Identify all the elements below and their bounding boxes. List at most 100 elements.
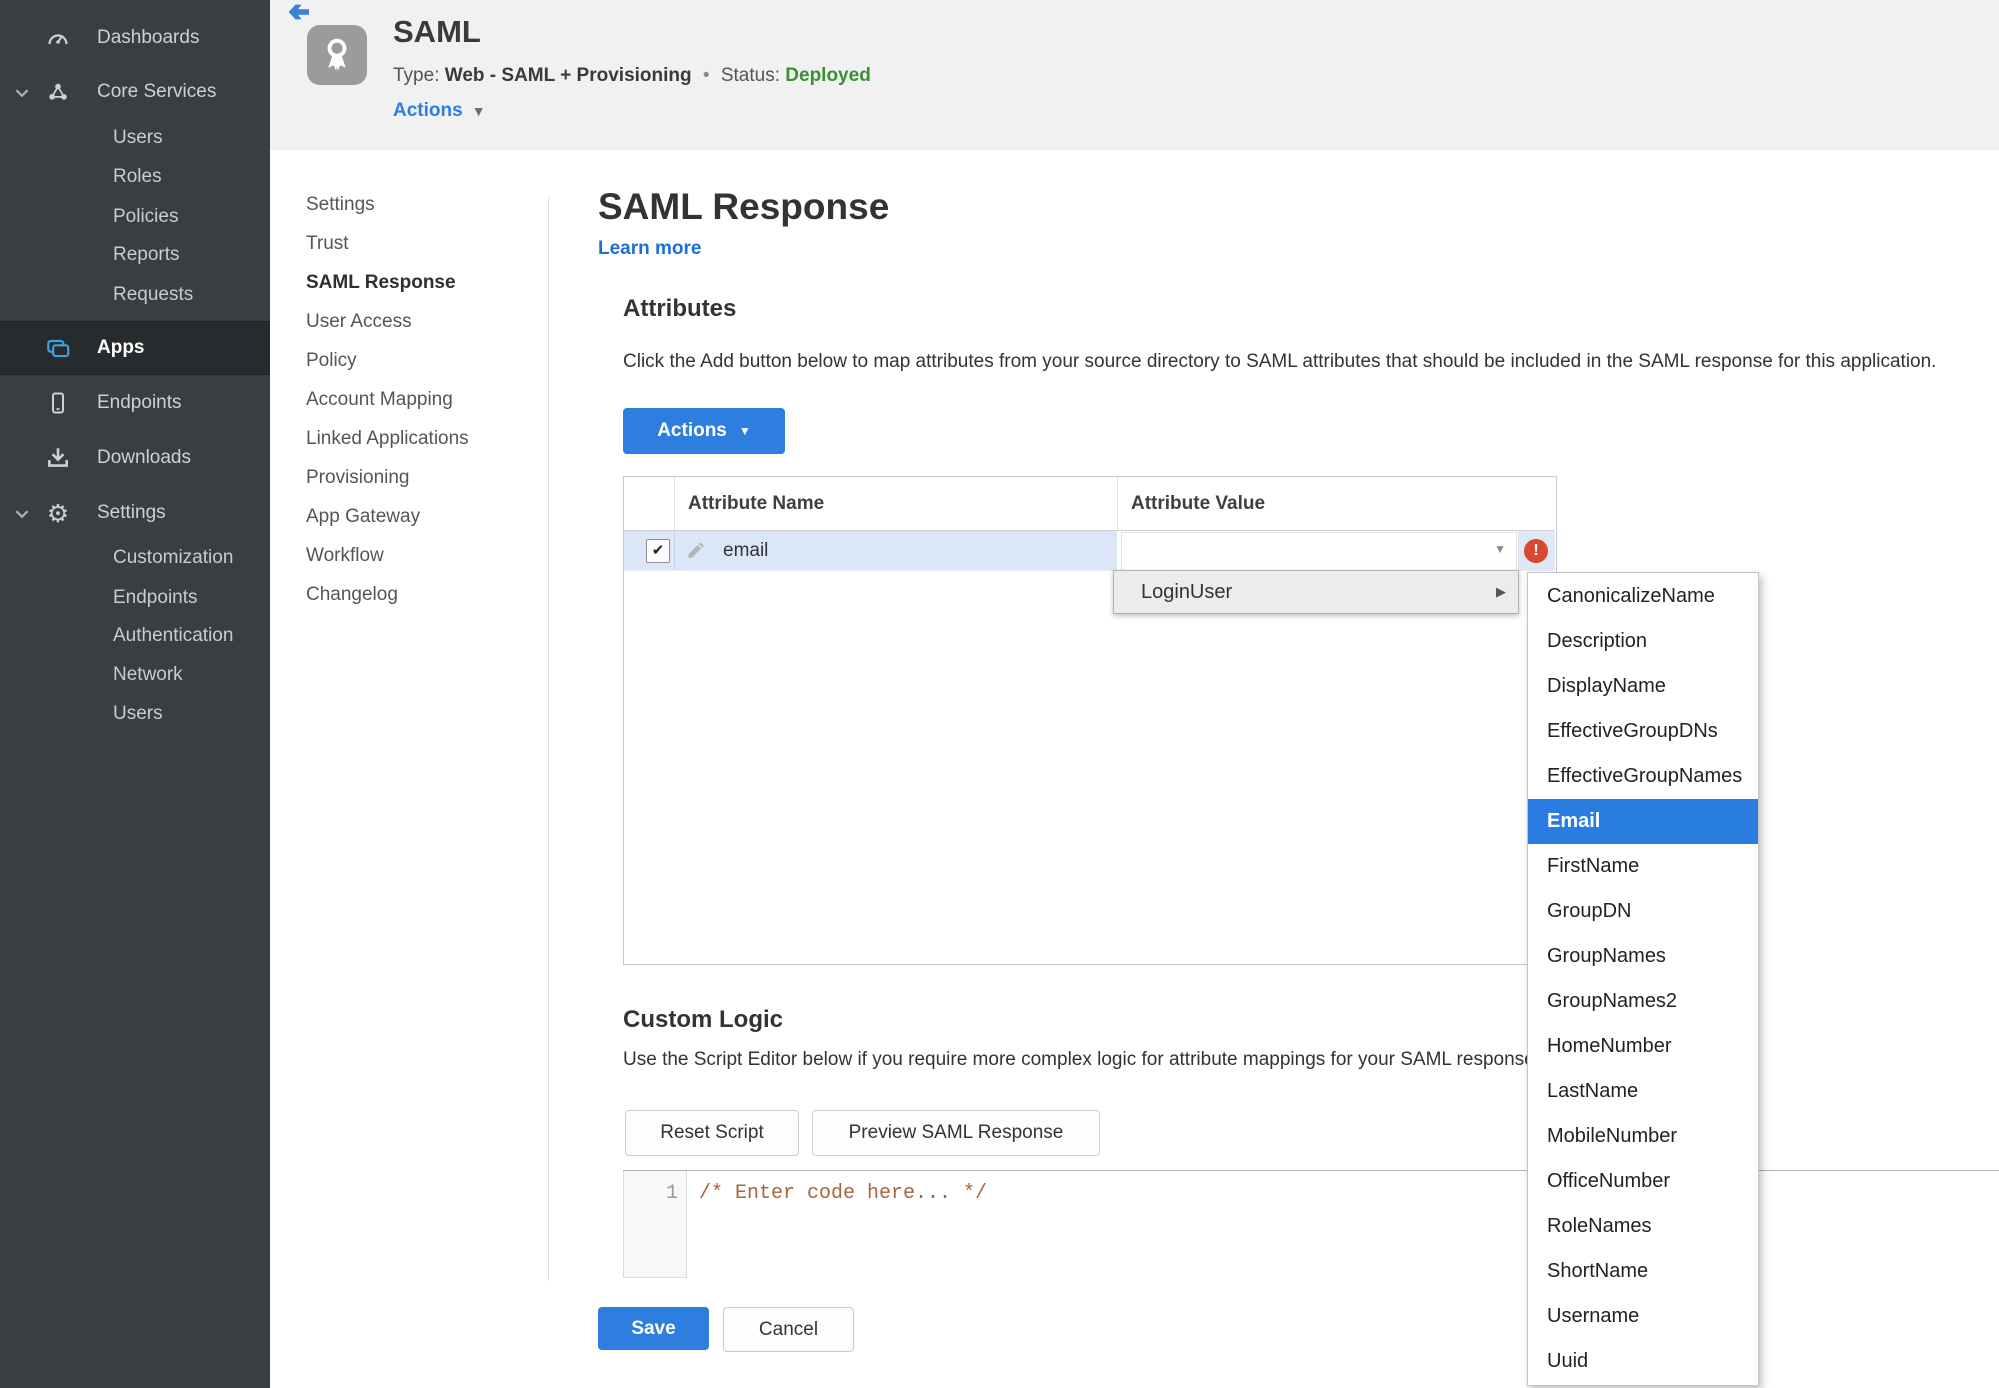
- editor-code[interactable]: /* Enter code here... */: [699, 1178, 987, 1210]
- gear-icon: ⚙: [46, 498, 70, 528]
- apps-icon: [43, 335, 73, 361]
- submenu-item-groupnames2[interactable]: GroupNames2: [1528, 979, 1758, 1024]
- submenu-item-groupdn[interactable]: GroupDN: [1528, 889, 1758, 934]
- submenu-item-effectivegroupnames[interactable]: EffectiveGroupNames: [1528, 754, 1758, 799]
- preview-saml-response-button[interactable]: Preview SAML Response: [812, 1110, 1100, 1156]
- attributes-actions-button[interactable]: Actions ▼: [623, 408, 785, 454]
- sidebar: Dashboards Core Services Users Roles Pol…: [0, 0, 270, 1388]
- submenu-item-rolenames[interactable]: RoleNames: [1528, 1204, 1758, 1249]
- column-separator: [674, 477, 675, 530]
- error-icon: !: [1524, 539, 1548, 563]
- script-editor[interactable]: 1 /* Enter code here... */: [623, 1170, 1999, 1279]
- subnav-item-trust[interactable]: Trust: [306, 224, 536, 263]
- submenu-item-mobilenumber[interactable]: MobileNumber: [1528, 1114, 1758, 1159]
- attribute-value-dropdown[interactable]: ▼: [1121, 532, 1517, 571]
- subnav-item-linked-applications[interactable]: Linked Applications: [306, 419, 536, 458]
- cancel-button[interactable]: Cancel: [723, 1307, 854, 1352]
- submenu-item-firstname[interactable]: FirstName: [1528, 844, 1758, 889]
- type-value: Web - SAML + Provisioning: [444, 65, 692, 86]
- sidebar-item-network[interactable]: Network: [113, 660, 183, 690]
- submenu-item-displayname[interactable]: DisplayName: [1528, 664, 1758, 709]
- attributes-table: Attribute Name Attribute Value ✔ email ▼…: [623, 476, 1557, 965]
- save-button[interactable]: Save: [598, 1307, 709, 1350]
- row-checkbox[interactable]: ✔: [646, 539, 670, 563]
- sidebar-item-dashboards[interactable]: Dashboards: [0, 21, 270, 55]
- sidebar-item-label: Downloads: [97, 447, 191, 468]
- app-meta: Type: Web - SAML + Provisioning • Status…: [393, 65, 871, 87]
- caret-down-icon: ▼: [1494, 542, 1506, 556]
- subnav-item-provisioning[interactable]: Provisioning: [306, 458, 536, 497]
- edit-pencil-icon[interactable]: [686, 540, 705, 559]
- sidebar-item-customization[interactable]: Customization: [113, 543, 233, 573]
- menu-item-label: LoginUser: [1141, 580, 1233, 603]
- custom-logic-heading: Custom Logic: [623, 1006, 783, 1033]
- submenu-item-effectivegroupdns[interactable]: EffectiveGroupDNs: [1528, 709, 1758, 754]
- custom-logic-description: Use the Script Editor below if you requi…: [623, 1049, 1540, 1070]
- sidebar-item-label: Core Services: [97, 81, 217, 102]
- sidebar-item-core-services[interactable]: Core Services: [0, 75, 270, 109]
- sidebar-item-downloads[interactable]: Downloads: [0, 441, 270, 475]
- attributes-heading: Attributes: [623, 295, 737, 322]
- sidebar-item-apps[interactable]: Apps: [0, 321, 270, 375]
- dashboard-gauge-icon: [44, 26, 72, 50]
- submenu-item-username[interactable]: Username: [1528, 1294, 1758, 1339]
- caret-down-icon: ▼: [471, 103, 486, 119]
- sidebar-item-users[interactable]: Users: [113, 123, 163, 153]
- header-actions-menu[interactable]: Actions ▼: [393, 100, 486, 122]
- reset-script-button[interactable]: Reset Script: [625, 1110, 799, 1156]
- sidebar-item-authentication[interactable]: Authentication: [113, 621, 233, 651]
- type-label: Type:: [393, 65, 440, 86]
- subnav-item-changelog[interactable]: Changelog: [306, 575, 536, 614]
- submenu-item-officenumber[interactable]: OfficeNumber: [1528, 1159, 1758, 1204]
- submenu-item-uuid[interactable]: Uuid: [1528, 1339, 1758, 1384]
- submenu-item-groupnames[interactable]: GroupNames: [1528, 934, 1758, 979]
- submenu-item-email[interactable]: Email: [1528, 799, 1758, 844]
- subnav-item-policy[interactable]: Policy: [306, 341, 536, 380]
- sidebar-item-settings-endpoints[interactable]: Endpoints: [113, 583, 198, 613]
- column-separator: [1117, 477, 1118, 530]
- subnav-item-settings[interactable]: Settings: [306, 185, 536, 224]
- subnav-item-saml-response[interactable]: SAML Response: [306, 263, 536, 302]
- subnav-item-account-mapping[interactable]: Account Mapping: [306, 380, 536, 419]
- content-divider: [548, 197, 549, 1281]
- back-arrow-icon[interactable]: [287, 1, 311, 23]
- sidebar-item-settings[interactable]: ⚙ Settings: [0, 496, 270, 530]
- row-error-cell: !: [1518, 531, 1555, 570]
- row-cell-separator: [674, 531, 675, 570]
- sidebar-item-roles[interactable]: Roles: [113, 162, 162, 192]
- page-title: SAML Response: [598, 186, 890, 227]
- value-picker-submenu: CanonicalizeName Description DisplayName…: [1527, 572, 1759, 1386]
- subnav-item-workflow[interactable]: Workflow: [306, 536, 536, 575]
- line-number: 1: [665, 1182, 678, 1205]
- submenu-item-description[interactable]: Description: [1528, 619, 1758, 664]
- sidebar-item-policies[interactable]: Policies: [113, 202, 178, 232]
- editor-gutter: 1: [623, 1171, 687, 1278]
- sidebar-item-label: Settings: [97, 502, 166, 523]
- submenu-item-lastname[interactable]: LastName: [1528, 1069, 1758, 1114]
- sidebar-item-reports[interactable]: Reports: [113, 240, 180, 270]
- app-subnav: Settings Trust SAML Response User Access…: [306, 185, 536, 614]
- sidebar-item-requests[interactable]: Requests: [113, 280, 193, 310]
- submenu-item-canonicalizename[interactable]: CanonicalizeName: [1528, 574, 1758, 619]
- subnav-item-app-gateway[interactable]: App Gateway: [306, 497, 536, 536]
- saml-app-icon: [307, 25, 367, 85]
- sidebar-item-label: Endpoints: [97, 392, 182, 413]
- subnav-item-user-access[interactable]: User Access: [306, 302, 536, 341]
- submenu-item-homenumber[interactable]: HomeNumber: [1528, 1024, 1758, 1069]
- value-picker-menu-loginuser[interactable]: LoginUser ▶: [1113, 570, 1519, 614]
- attribute-name-cell: email: [723, 540, 769, 561]
- column-header-attribute-value: Attribute Value: [1131, 493, 1266, 514]
- status-label: Status:: [720, 65, 780, 86]
- sidebar-item-settings-users[interactable]: Users: [113, 699, 163, 729]
- learn-more-link[interactable]: Learn more: [598, 238, 701, 260]
- submenu-arrow-icon: ▶: [1496, 584, 1506, 599]
- submenu-item-shortname[interactable]: ShortName: [1528, 1249, 1758, 1294]
- sidebar-item-label: Dashboards: [97, 27, 200, 48]
- app-title: SAML: [393, 14, 481, 49]
- sidebar-item-label: Apps: [97, 337, 145, 358]
- attributes-description: Click the Add button below to map attrib…: [623, 351, 1937, 372]
- sidebar-item-endpoints[interactable]: Endpoints: [0, 386, 270, 420]
- column-header-attribute-name: Attribute Name: [688, 493, 825, 514]
- download-icon: [44, 445, 72, 471]
- app-root: Dashboards Core Services Users Roles Pol…: [0, 0, 1999, 1388]
